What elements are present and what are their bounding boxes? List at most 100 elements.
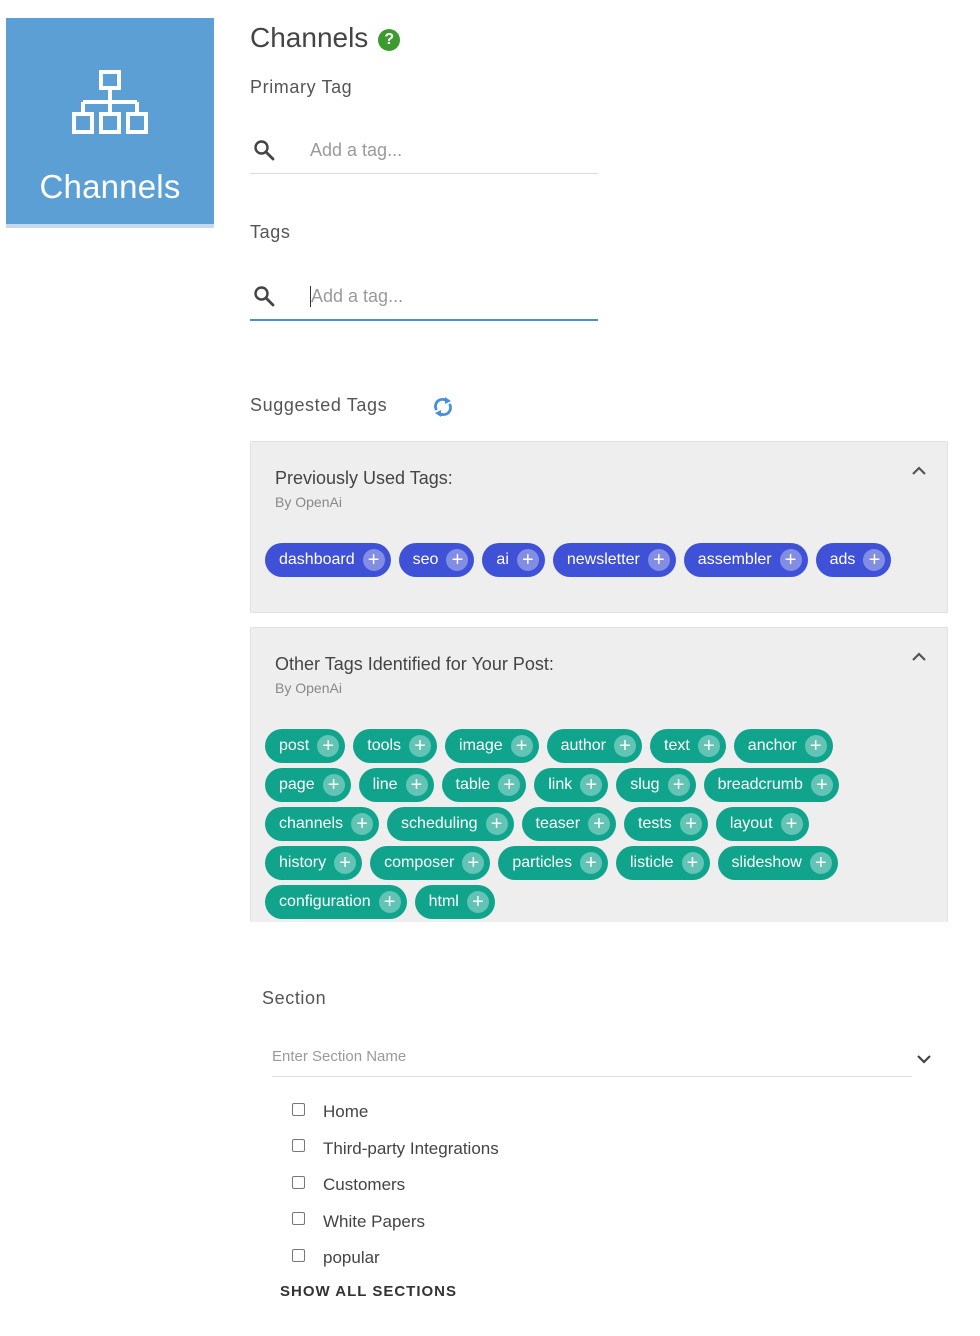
tag-chip-label: scheduling [401,815,478,832]
refresh-icon[interactable] [430,394,456,420]
tag-chip[interactable]: slideshow + [717,846,838,880]
tags-field[interactable] [250,273,598,321]
section-option[interactable]: White Papers [292,1204,499,1241]
plus-icon[interactable]: + [351,813,374,835]
tag-chip[interactable]: breadcrumb + [703,768,839,802]
plus-icon[interactable]: + [510,735,533,757]
section-option[interactable]: popular [292,1240,499,1277]
tag-chip[interactable]: author + [546,729,642,763]
plus-icon[interactable]: + [810,774,833,796]
section-option[interactable]: Third-party Integrations [292,1131,499,1168]
tag-chip[interactable]: tests + [624,807,708,841]
plus-icon[interactable]: + [334,852,357,874]
tag-chip[interactable]: layout + [715,807,809,841]
tag-chip[interactable]: particles + [498,846,608,880]
tag-chip[interactable]: seo + [398,543,475,577]
plus-icon[interactable]: + [498,774,521,796]
question-mark-icon[interactable]: ? [378,28,401,51]
tag-chip[interactable]: tools + [353,729,438,763]
tag-chip[interactable]: composer + [370,846,491,880]
plus-icon[interactable]: + [863,549,886,571]
plus-icon[interactable]: + [580,774,603,796]
plus-icon[interactable]: + [804,735,827,757]
tag-chip-label: listicle [629,854,674,871]
chevron-up-icon[interactable] [911,650,927,662]
plus-icon[interactable]: + [322,774,345,796]
tag-chip-label: link [548,776,573,793]
checkbox[interactable] [292,1212,305,1226]
tag-chip[interactable]: configuration + [265,885,407,919]
tag-chip[interactable]: ads + [815,543,892,577]
checkbox[interactable] [292,1102,305,1116]
tag-chip-label: seo [412,551,439,568]
tag-chip[interactable]: slug + [616,768,696,802]
tag-chip[interactable]: line + [358,768,434,802]
plus-icon[interactable]: + [681,852,704,874]
plus-icon[interactable]: + [409,735,432,757]
tag-chip-label: tests [638,815,672,832]
plus-icon[interactable]: + [579,852,602,874]
tags-label: Tags [250,222,291,242]
previously-used-chip-list: dashboard + seo + ai + newsletter + assembler + ad… [265,543,933,577]
plus-icon[interactable]: + [317,735,340,757]
tag-chip[interactable]: link + [534,768,609,802]
chevron-down-icon[interactable] [916,1053,932,1065]
checkbox[interactable] [292,1175,305,1189]
primary-tag-label: Primary Tag [250,77,353,97]
plus-icon[interactable]: + [466,891,489,913]
plus-icon[interactable]: + [588,813,611,835]
panel-title: Previously Used Tags: [275,468,453,488]
section-option-label: Customers [323,1175,406,1195]
checkbox[interactable] [292,1248,305,1262]
tag-chip[interactable]: teaser + [521,807,617,841]
suggested-tags-label: Suggested Tags [250,395,388,415]
checkbox[interactable] [292,1139,305,1153]
tag-chip[interactable]: history + [265,846,363,880]
tag-chip[interactable]: post + [265,729,346,763]
tag-chip[interactable]: listicle + [615,846,710,880]
plus-icon[interactable]: + [462,852,485,874]
plus-icon[interactable]: + [516,549,539,571]
show-all-sections-button[interactable]: SHOW ALL SECTIONS [280,1283,457,1300]
plus-icon[interactable]: + [809,852,832,874]
plus-icon[interactable]: + [779,549,802,571]
tag-chip[interactable]: channels + [265,807,380,841]
plus-icon[interactable]: + [446,549,469,571]
tag-chip-label: breadcrumb [717,776,803,793]
section-label: Section [262,988,327,1008]
tag-chip[interactable]: page + [265,768,351,802]
tag-chip[interactable]: newsletter + [552,543,676,577]
plus-icon[interactable]: + [647,549,670,571]
chevron-up-icon[interactable] [911,464,927,476]
tag-chip-label: teaser [535,815,581,832]
section-option[interactable]: Home [292,1094,499,1131]
plus-icon[interactable]: + [679,813,702,835]
tags-input[interactable] [310,285,571,307]
tag-chip-label: tools [367,737,402,754]
section-select[interactable] [272,1040,912,1077]
tag-chip-label: channels [279,815,344,832]
plus-icon[interactable]: + [614,735,636,757]
plus-icon[interactable]: + [405,774,428,796]
plus-icon[interactable]: + [378,891,401,913]
tag-chip-label: particles [512,854,572,871]
tag-chip[interactable]: html + [414,885,495,919]
plus-icon[interactable]: + [667,774,690,796]
tag-chip[interactable]: anchor + [733,729,833,763]
tag-chip-label: table [455,776,491,793]
section-name-input[interactable] [272,1048,872,1065]
tag-chip[interactable]: image + [445,729,539,763]
tag-chip[interactable]: text + [650,729,726,763]
primary-tag-field[interactable] [250,127,598,174]
plus-icon[interactable]: + [780,813,803,835]
tag-chip[interactable]: assembler + [683,543,808,577]
plus-icon[interactable]: + [697,735,720,757]
tag-chip[interactable]: table + [441,768,527,802]
section-option[interactable]: Customers [292,1167,499,1204]
tag-chip[interactable]: ai + [482,543,545,577]
plus-icon[interactable]: + [485,813,508,835]
tag-chip[interactable]: scheduling + [387,807,514,841]
tag-chip[interactable]: dashboard + [265,543,391,577]
primary-tag-input[interactable] [310,139,570,161]
plus-icon[interactable]: + [362,549,385,571]
